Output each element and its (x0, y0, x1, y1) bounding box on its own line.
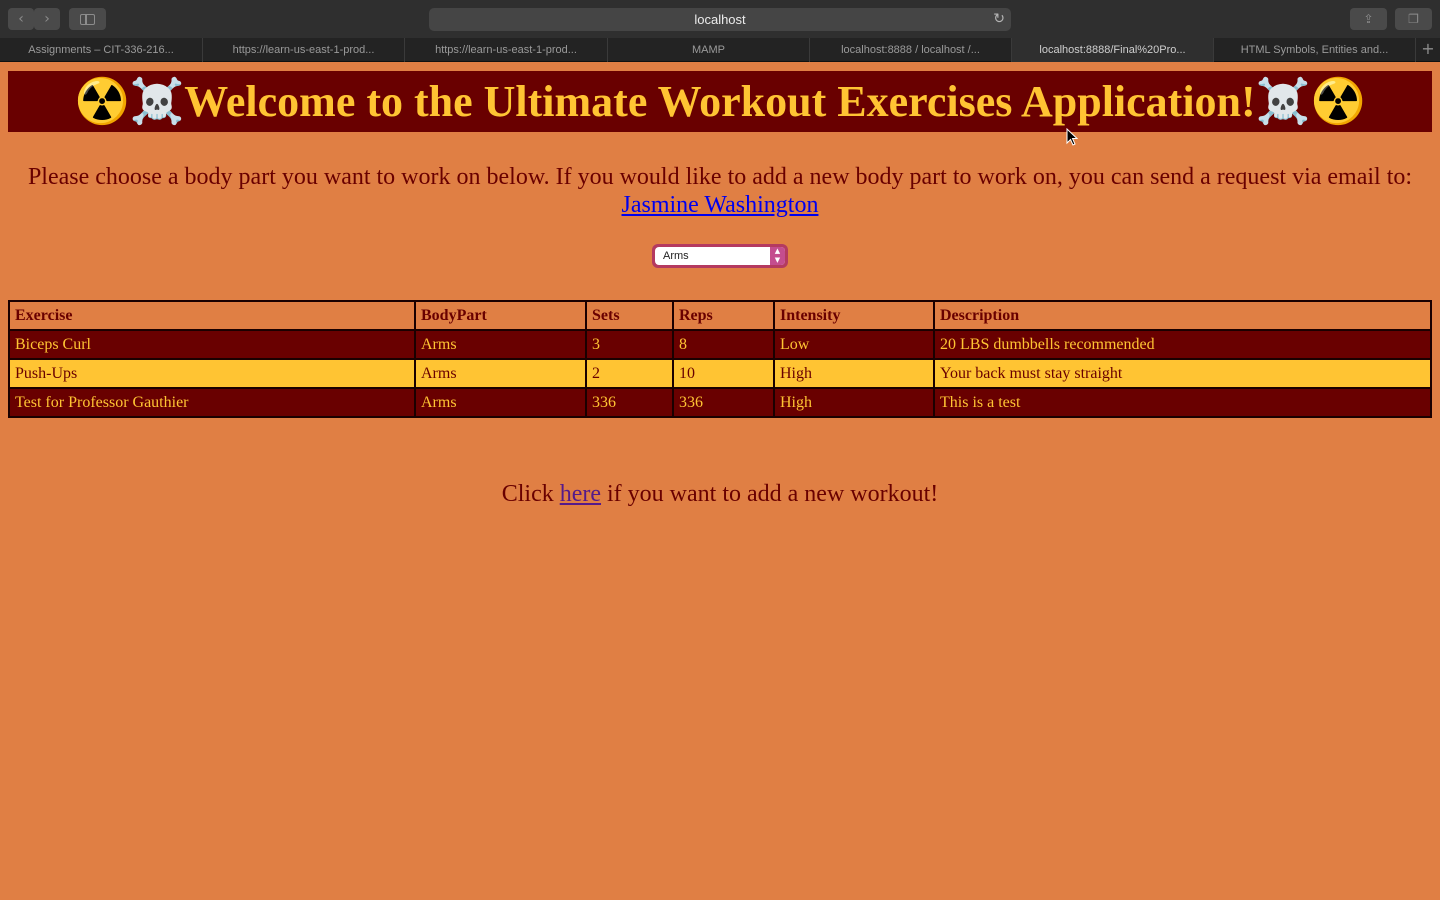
column-header: Sets (585, 300, 674, 331)
body-part-select[interactable]: Arms ▲ ▼ (652, 244, 788, 268)
tabs-overview-button[interactable]: ❐ (1395, 8, 1432, 30)
mouse-cursor-icon (1066, 128, 1078, 146)
tab[interactable]: HTML Symbols, Entities and... (1214, 38, 1416, 62)
table-cell: Arms (414, 387, 587, 418)
tab[interactable]: MAMP (608, 38, 810, 62)
new-tab-icon[interactable]: + (1416, 38, 1440, 62)
table-cell: 2 (585, 358, 674, 389)
sidebar-icon (80, 14, 95, 25)
table-row: Push-Ups Arms 2 10 High Your back must s… (8, 358, 1432, 389)
page-title: ☢️☠️Welcome to the Ultimate Workout Exer… (8, 71, 1432, 132)
table-cell: 10 (672, 358, 775, 389)
column-header: Exercise (8, 300, 416, 331)
tab-bar: Assignments – CIT-336-216... https://lea… (0, 38, 1440, 62)
sidebar-toggle-button[interactable] (69, 8, 106, 30)
table-cell: 3 (585, 329, 674, 360)
table-cell: Arms (414, 329, 587, 360)
tab-active[interactable]: localhost:8888/Final%20Pro... (1012, 38, 1214, 62)
chevron-updown-icon: ▲ ▼ (770, 247, 785, 265)
tabs-overview-icon: ❐ (1408, 12, 1419, 26)
browser-toolbar: ‹ › localhost ↻ ⇪ ❐ (0, 0, 1440, 38)
tab[interactable]: localhost:8888 / localhost /... (810, 38, 1012, 62)
add-workout-suffix: if you want to add a new workout! (607, 481, 939, 507)
table-cell: Low (773, 329, 935, 360)
url-text: localhost (694, 12, 746, 27)
tab[interactable]: https://learn-us-east-1-prod... (405, 38, 608, 62)
add-workout-prefix: Click (501, 481, 554, 507)
table-cell: High (773, 387, 935, 418)
tab[interactable]: https://learn-us-east-1-prod... (203, 38, 405, 62)
page-content: ☢️☠️Welcome to the Ultimate Workout Exer… (0, 63, 1440, 900)
table-cell: 336 (672, 387, 775, 418)
share-icon: ⇪ (1363, 12, 1374, 26)
address-bar[interactable]: localhost ↻ (429, 8, 1011, 31)
tab[interactable]: Assignments – CIT-336-216... (0, 38, 203, 62)
table-cell: Arms (414, 358, 587, 389)
contact-email-link[interactable]: Jasmine Washington (622, 192, 819, 218)
back-icon: ‹ (18, 11, 24, 27)
table-cell: Biceps Curl (8, 329, 416, 360)
table-cell: 8 (672, 329, 775, 360)
table-cell: Push-Ups (8, 358, 416, 389)
column-header: BodyPart (414, 300, 587, 331)
table-cell: 20 LBS dumbbells recommended (933, 329, 1432, 360)
intro-paragraph: Please choose a body part you want to wo… (8, 163, 1432, 219)
table-cell: Your back must stay straight (933, 358, 1432, 389)
column-header: Reps (672, 300, 775, 331)
share-button[interactable]: ⇪ (1350, 8, 1387, 30)
body-part-selected-value: Arms (663, 250, 689, 262)
exercise-table: Exercise BodyPart Sets Reps Intensity De… (8, 300, 1432, 418)
table-cell: This is a test (933, 387, 1432, 418)
table-row: Biceps Curl Arms 3 8 Low 20 LBS dumbbell… (8, 329, 1432, 360)
table-cell: Test for Professor Gauthier (8, 387, 416, 418)
table-row: Test for Professor Gauthier Arms 336 336… (8, 387, 1432, 418)
table-cell: High (773, 358, 935, 389)
reload-icon[interactable]: ↻ (993, 8, 1005, 31)
table-header-row: Exercise BodyPart Sets Reps Intensity De… (8, 300, 1432, 331)
intro-text: Please choose a body part you want to wo… (27, 164, 1413, 190)
column-header: Description (933, 300, 1432, 331)
add-workout-link[interactable]: here (560, 481, 601, 507)
back-button[interactable]: ‹ (8, 8, 34, 30)
add-workout-text: Click here if you want to add a new work… (8, 479, 1432, 509)
forward-icon: › (44, 11, 50, 27)
column-header: Intensity (773, 300, 935, 331)
table-cell: 336 (585, 387, 674, 418)
forward-button[interactable]: › (34, 8, 60, 30)
